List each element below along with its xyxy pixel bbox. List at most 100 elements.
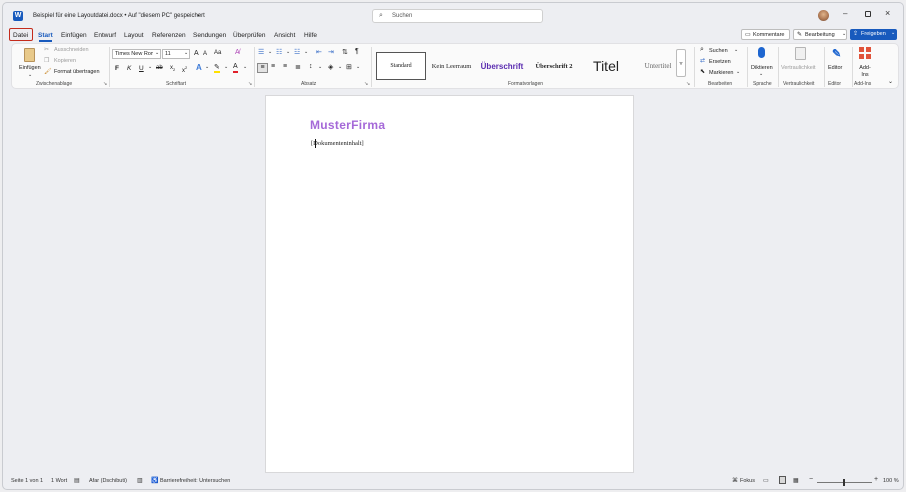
bullets-icon[interactable]: ☰ — [258, 48, 264, 56]
dialog-launcher-icon[interactable]: ↘ — [248, 81, 252, 87]
grow-font-button[interactable]: A — [194, 50, 199, 57]
dialog-launcher-icon[interactable]: ↘ — [686, 81, 690, 87]
sensitivity-button[interactable]: Vertraulichkeit — [781, 47, 821, 79]
align-right-icon[interactable]: ≡ — [283, 63, 287, 70]
chevron-down-icon[interactable]: ⌄ — [196, 11, 201, 18]
cut-button[interactable]: ✂ Ausschneiden — [44, 47, 99, 55]
paste-button[interactable]: Einfügen ⌄ — [17, 47, 41, 78]
style-standard[interactable]: Standard — [376, 52, 426, 80]
addins-button[interactable]: Add-Ins — [855, 47, 875, 79]
superscript-button[interactable]: x2 — [182, 65, 187, 74]
clear-formatting-icon[interactable]: A̸ — [235, 49, 240, 56]
document-content[interactable]: [Dokumenteninhalt] — [311, 140, 364, 147]
print-layout-icon[interactable] — [779, 476, 786, 484]
dialog-launcher-icon[interactable]: ↘ — [364, 81, 368, 87]
text-effects-icon[interactable]: A — [196, 63, 202, 72]
predictions-icon[interactable]: ▥ — [137, 477, 143, 484]
shrink-font-button[interactable]: A — [203, 51, 207, 57]
zoom-slider[interactable] — [817, 479, 872, 486]
tab-mailings[interactable]: Sendungen — [193, 30, 226, 41]
chevron-down-icon[interactable]: ⌄ — [205, 64, 209, 70]
select-button[interactable]: ⬉ Markieren ⌄ — [700, 69, 744, 78]
tab-design[interactable]: Entwurf — [94, 30, 116, 41]
style-no-spacing[interactable]: Kein Leerraum — [428, 52, 475, 80]
share-button[interactable]: ⇪ Freigeben ⌄ — [850, 29, 897, 40]
chevron-down-icon[interactable]: ⌄ — [268, 49, 272, 55]
tab-file-label[interactable]: Datei — [13, 30, 28, 41]
chevron-down-icon[interactable]: ⌄ — [148, 64, 152, 70]
language-indicator[interactable]: Afar (Dschibuti) — [89, 478, 127, 484]
editor-button[interactable]: ✎ Editor — [827, 47, 849, 79]
bold-button[interactable]: F — [115, 65, 119, 72]
tab-references[interactable]: Referenzen — [152, 30, 186, 41]
subscript-button[interactable]: x2 — [170, 65, 175, 72]
chevron-down-icon[interactable]: ⌄ — [318, 64, 322, 70]
ribbon-collapse-icon[interactable]: ⌄ — [888, 78, 893, 85]
copy-button[interactable]: ❐ Kopieren — [44, 58, 99, 66]
zoom-level[interactable]: 100 % — [883, 478, 899, 484]
format-painter-button[interactable]: 🖌 Format übertragen — [44, 69, 106, 77]
zoom-out-button[interactable]: − — [809, 476, 813, 483]
document-page[interactable]: MusterFirma [Dokumenteninhalt] — [265, 95, 634, 473]
style-heading-1[interactable]: Überschrift — [477, 52, 527, 80]
avatar[interactable] — [818, 10, 829, 21]
font-name-select[interactable]: Times New Roma ⌄ — [112, 49, 161, 59]
shading-icon[interactable]: ◈ — [328, 63, 333, 71]
borders-icon[interactable]: ⊞ — [346, 63, 352, 71]
chevron-down-icon[interactable]: ⌄ — [338, 64, 342, 70]
tab-layout[interactable]: Layout — [124, 30, 144, 41]
tab-insert[interactable]: Einfügen — [61, 30, 87, 41]
style-title-label: Titel — [593, 58, 619, 74]
chevron-down-icon[interactable]: ⌄ — [356, 64, 360, 70]
align-left-icon[interactable]: ≡ — [257, 63, 268, 73]
chevron-down-icon[interactable]: ⌄ — [304, 49, 308, 55]
tab-review[interactable]: Überprüfen — [233, 30, 266, 41]
maximize-icon[interactable] — [865, 11, 871, 17]
align-center-icon[interactable]: ≡ — [271, 63, 275, 70]
comments-button[interactable]: ▭ Kommentare — [741, 29, 790, 40]
zoom-slider-thumb[interactable] — [843, 479, 845, 486]
style-title[interactable]: Titel — [581, 52, 631, 80]
italic-button[interactable]: K — [127, 65, 131, 72]
chevron-down-icon[interactable]: ⌄ — [286, 49, 290, 55]
numbering-icon[interactable]: ☷ — [276, 48, 282, 56]
dialog-launcher-icon[interactable]: ↘ — [103, 81, 107, 87]
highlight-icon[interactable]: ✎ — [214, 64, 220, 73]
style-heading-2[interactable]: Überschrift 2 — [529, 52, 579, 80]
search-box[interactable]: ⌕ Suchen — [372, 9, 543, 23]
chevron-down-icon: ⌄ — [736, 69, 741, 75]
change-case-button[interactable]: Aa — [214, 50, 221, 56]
close-icon[interactable]: × — [885, 8, 890, 18]
paste-label: Einfügen — [19, 65, 41, 71]
font-size-select[interactable]: 11 ⌄ — [162, 49, 190, 59]
zoom-in-button[interactable]: + — [874, 476, 878, 483]
multilevel-list-icon[interactable]: ☳ — [294, 48, 300, 56]
sort-icon[interactable]: ⇅ — [342, 48, 348, 56]
decrease-indent-icon[interactable]: ⇤ — [316, 48, 322, 56]
strikethrough-button[interactable]: ab — [156, 65, 163, 71]
read-mode-icon[interactable]: ▭ — [763, 477, 769, 484]
justify-icon[interactable]: ≣ — [295, 63, 301, 71]
document-title[interactable]: Beispiel für eine Layoutdatei.docx • Auf… — [33, 13, 205, 19]
tab-view[interactable]: Ansicht — [274, 30, 295, 41]
styles-more-button[interactable]: ▿ — [676, 49, 686, 77]
page-count[interactable]: Seite 1 von 1 — [11, 478, 43, 484]
word-count[interactable]: 1 Wort — [51, 478, 67, 484]
chevron-down-icon[interactable]: ⌄ — [243, 64, 247, 70]
font-color-icon[interactable]: A — [233, 63, 238, 73]
focus-button[interactable]: Fokus — [740, 478, 755, 484]
accessibility-status[interactable]: Barrierefreiheit: Untersuchen — [160, 478, 230, 484]
tab-help[interactable]: Hilfe — [304, 30, 317, 41]
editing-mode-button[interactable]: ✎ Bearbeitung ⌄ — [793, 29, 847, 40]
underline-button[interactable]: U — [139, 65, 144, 72]
minimize-icon[interactable]: – — [843, 9, 847, 18]
find-button[interactable]: ⌕ Suchen ⌄ — [700, 46, 740, 56]
replace-button[interactable]: ⇄ Ersetzen — [700, 58, 740, 67]
pilcrow-icon[interactable]: ¶ — [355, 48, 359, 55]
dictate-button[interactable]: Diktieren ⌄ — [750, 47, 774, 79]
proofing-icon[interactable]: ▤ — [74, 477, 80, 484]
increase-indent-icon[interactable]: ⇥ — [328, 48, 334, 56]
chevron-down-icon[interactable]: ⌄ — [224, 64, 228, 70]
web-layout-icon[interactable]: ▦ — [793, 477, 799, 484]
line-spacing-icon[interactable]: ↕ — [309, 63, 313, 70]
